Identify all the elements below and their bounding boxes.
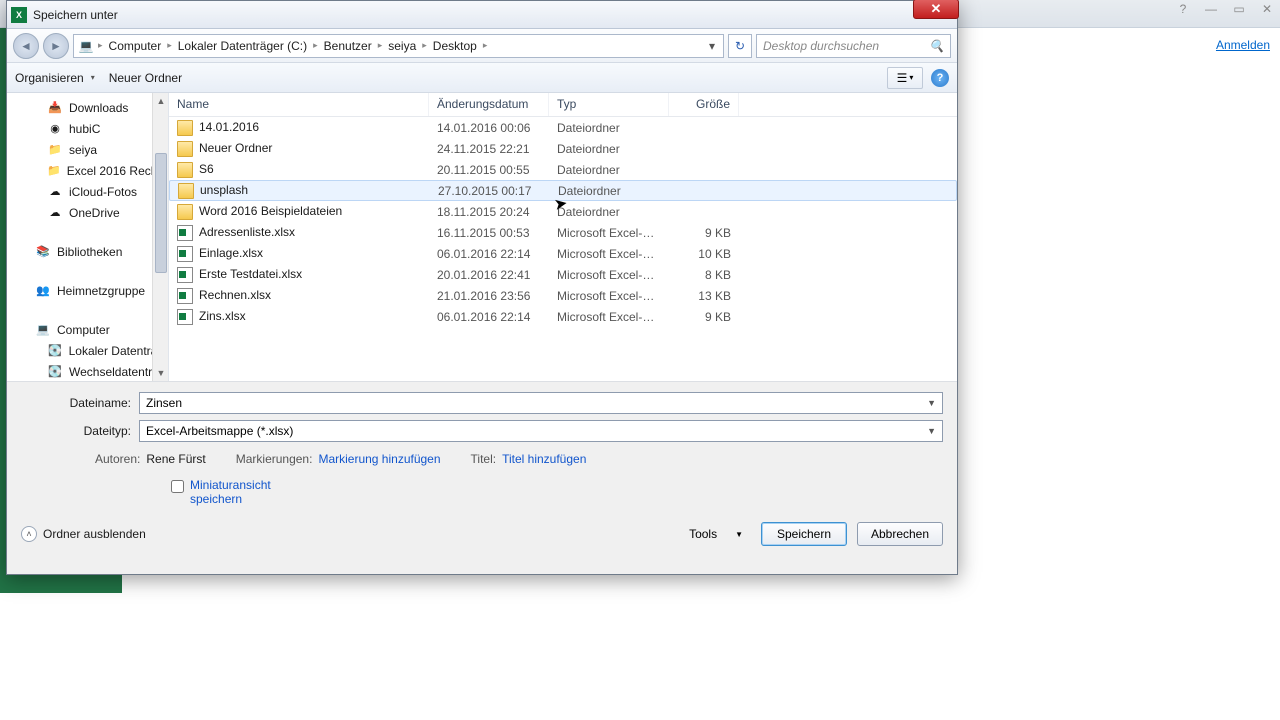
thumbnail-label[interactable]: Miniaturansicht speichern <box>190 478 300 506</box>
tools-button[interactable]: Tools ▼ <box>681 523 751 545</box>
list-header[interactable]: Name Änderungsdatum Typ Größe <box>169 93 957 117</box>
tree-icon: 📥 <box>47 100 63 116</box>
column-size[interactable]: Größe <box>669 93 739 116</box>
hide-folders-button[interactable]: ˄ Ordner ausblenden <box>21 526 146 542</box>
button-bar: ˄ Ordner ausblenden Tools ▼ Speichern Ab… <box>7 512 957 556</box>
excel-icon: X <box>11 7 27 23</box>
filetype-label: Dateityp: <box>21 424 139 438</box>
tree-icon: ◉ <box>47 121 63 137</box>
search-input[interactable]: Desktop durchsuchen 🔍 <box>756 34 951 58</box>
tree-icon: ☁ <box>47 205 63 221</box>
tree-item[interactable]: 💽Wechseldatenträ <box>7 361 168 381</box>
list-item[interactable]: 14.01.201614.01.2016 00:06Dateiordner <box>169 117 957 138</box>
title-value[interactable]: Titel hinzufügen <box>502 452 586 466</box>
chevron-up-icon: ˄ <box>21 526 37 542</box>
filename-label: Dateiname: <box>21 396 139 410</box>
filetype-select[interactable]: Excel-Arbeitsmappe (*.xlsx)▼ <box>139 420 943 442</box>
breadcrumb-seg[interactable]: Desktop <box>429 39 481 53</box>
list-item[interactable]: Erste Testdatei.xlsx20.01.2016 22:41Micr… <box>169 264 957 285</box>
list-item[interactable]: Neuer Ordner24.11.2015 22:21Dateiordner <box>169 138 957 159</box>
tree-item[interactable]: 👥Heimnetzgruppe <box>7 280 168 301</box>
tree-icon: 📁 <box>47 142 63 158</box>
back-button[interactable]: ◄ <box>13 33 39 59</box>
save-fields: Dateiname: Zinsen▼ Dateityp: Excel-Arbei… <box>7 381 957 512</box>
tree-icon: 📁 <box>47 163 61 179</box>
file-list: Name Änderungsdatum Typ Größe 14.01.2016… <box>169 93 957 381</box>
column-name[interactable]: Name <box>169 93 429 116</box>
tree-icon: 💽 <box>47 364 63 380</box>
list-item[interactable]: Einlage.xlsx06.01.2016 22:14Microsoft Ex… <box>169 243 957 264</box>
new-folder-button[interactable]: Neuer Ordner <box>109 71 182 85</box>
column-type[interactable]: Typ <box>549 93 669 116</box>
tree-icon: ☁ <box>47 184 63 200</box>
tree-item[interactable]: ◉hubiC <box>7 118 168 139</box>
tree-item[interactable]: 📁seiya <box>7 139 168 160</box>
dialog-titlebar: X Speichern unter <box>7 1 957 29</box>
close-button[interactable]: ✕ <box>913 0 959 19</box>
breadcrumb-seg[interactable]: Benutzer <box>320 39 376 53</box>
breadcrumb[interactable]: 💻 ▸ Computer▸ Lokaler Datenträger (C:)▸ … <box>73 34 724 58</box>
search-icon: 🔍 <box>929 39 944 53</box>
list-item[interactable]: Rechnen.xlsx21.01.2016 23:56Microsoft Ex… <box>169 285 957 306</box>
save-as-dialog: X Speichern unter ✕ ◄ ► 💻 ▸ Computer▸ Lo… <box>6 0 958 575</box>
list-item[interactable]: S620.11.2015 00:55Dateiordner <box>169 159 957 180</box>
navigation-bar: ◄ ► 💻 ▸ Computer▸ Lokaler Datenträger (C… <box>7 29 957 63</box>
tree-item[interactable]: 📁Excel 2016 Rechn <box>7 160 168 181</box>
thumbnail-checkbox[interactable] <box>171 480 184 493</box>
cancel-button[interactable]: Abbrechen <box>857 522 943 546</box>
forward-button[interactable]: ► <box>43 33 69 59</box>
breadcrumb-seg[interactable]: Computer <box>105 39 166 53</box>
folder-tree[interactable]: 📥Downloads◉hubiC📁seiya📁Excel 2016 Rechn☁… <box>7 93 169 381</box>
list-item[interactable]: Word 2016 Beispieldateien18.11.2015 20:2… <box>169 201 957 222</box>
tree-item[interactable]: 📚Bibliotheken <box>7 241 168 262</box>
background-window-controls: ? — ▭ ✕ <box>1174 2 1276 16</box>
computer-icon: 💻 <box>78 38 94 54</box>
tree-icon: 📚 <box>35 244 51 260</box>
toolbar: Organisieren Neuer Ordner ☰▾ ? <box>7 63 957 93</box>
authors-label: Autoren: <box>95 452 140 466</box>
minimize-icon[interactable]: — <box>1202 2 1220 16</box>
tree-item[interactable]: 💽Lokaler Datenträg <box>7 340 168 361</box>
tree-icon: 💻 <box>35 322 51 338</box>
breadcrumb-seg[interactable]: seiya <box>384 39 420 53</box>
tree-item[interactable]: 📥Downloads <box>7 97 168 118</box>
title-label: Titel: <box>471 452 497 466</box>
tree-icon: 💽 <box>47 343 63 359</box>
help-icon[interactable]: ? <box>1174 2 1192 16</box>
chevron-down-icon[interactable]: ▼ <box>927 426 936 436</box>
tree-scrollbar[interactable]: ▲▼ <box>152 93 168 381</box>
chevron-down-icon[interactable]: ▼ <box>927 398 936 408</box>
tree-item[interactable]: ☁OneDrive <box>7 202 168 223</box>
tags-value[interactable]: Markierung hinzufügen <box>318 452 440 466</box>
list-item[interactable]: Zins.xlsx06.01.2016 22:14Microsoft Excel… <box>169 306 957 327</box>
refresh-button[interactable]: ↻ <box>728 34 752 58</box>
tree-item[interactable]: 💻Computer <box>7 319 168 340</box>
organize-button[interactable]: Organisieren <box>15 71 95 85</box>
dialog-title: Speichern unter <box>33 8 118 22</box>
search-placeholder: Desktop durchsuchen <box>763 39 929 53</box>
breadcrumb-seg[interactable]: Lokaler Datenträger (C:) <box>174 39 311 53</box>
authors-value[interactable]: Rene Fürst <box>146 452 205 466</box>
maximize-icon[interactable]: ▭ <box>1230 2 1248 16</box>
save-button[interactable]: Speichern <box>761 522 847 546</box>
filename-input[interactable]: Zinsen▼ <box>139 392 943 414</box>
tree-icon: 👥 <box>35 283 51 299</box>
column-date[interactable]: Änderungsdatum <box>429 93 549 116</box>
list-item[interactable]: unsplash27.10.2015 00:17Dateiordner <box>169 180 957 201</box>
view-options-button[interactable]: ☰▾ <box>887 67 923 89</box>
close-icon[interactable]: ✕ <box>1258 2 1276 16</box>
tree-item[interactable]: ☁iCloud-Fotos <box>7 181 168 202</box>
help-button[interactable]: ? <box>931 69 949 87</box>
tags-label: Markierungen: <box>236 452 313 466</box>
signin-link[interactable]: Anmelden <box>1216 38 1270 52</box>
list-item[interactable]: Adressenliste.xlsx16.11.2015 00:53Micros… <box>169 222 957 243</box>
breadcrumb-dropdown-icon[interactable]: ▾ <box>705 39 719 53</box>
